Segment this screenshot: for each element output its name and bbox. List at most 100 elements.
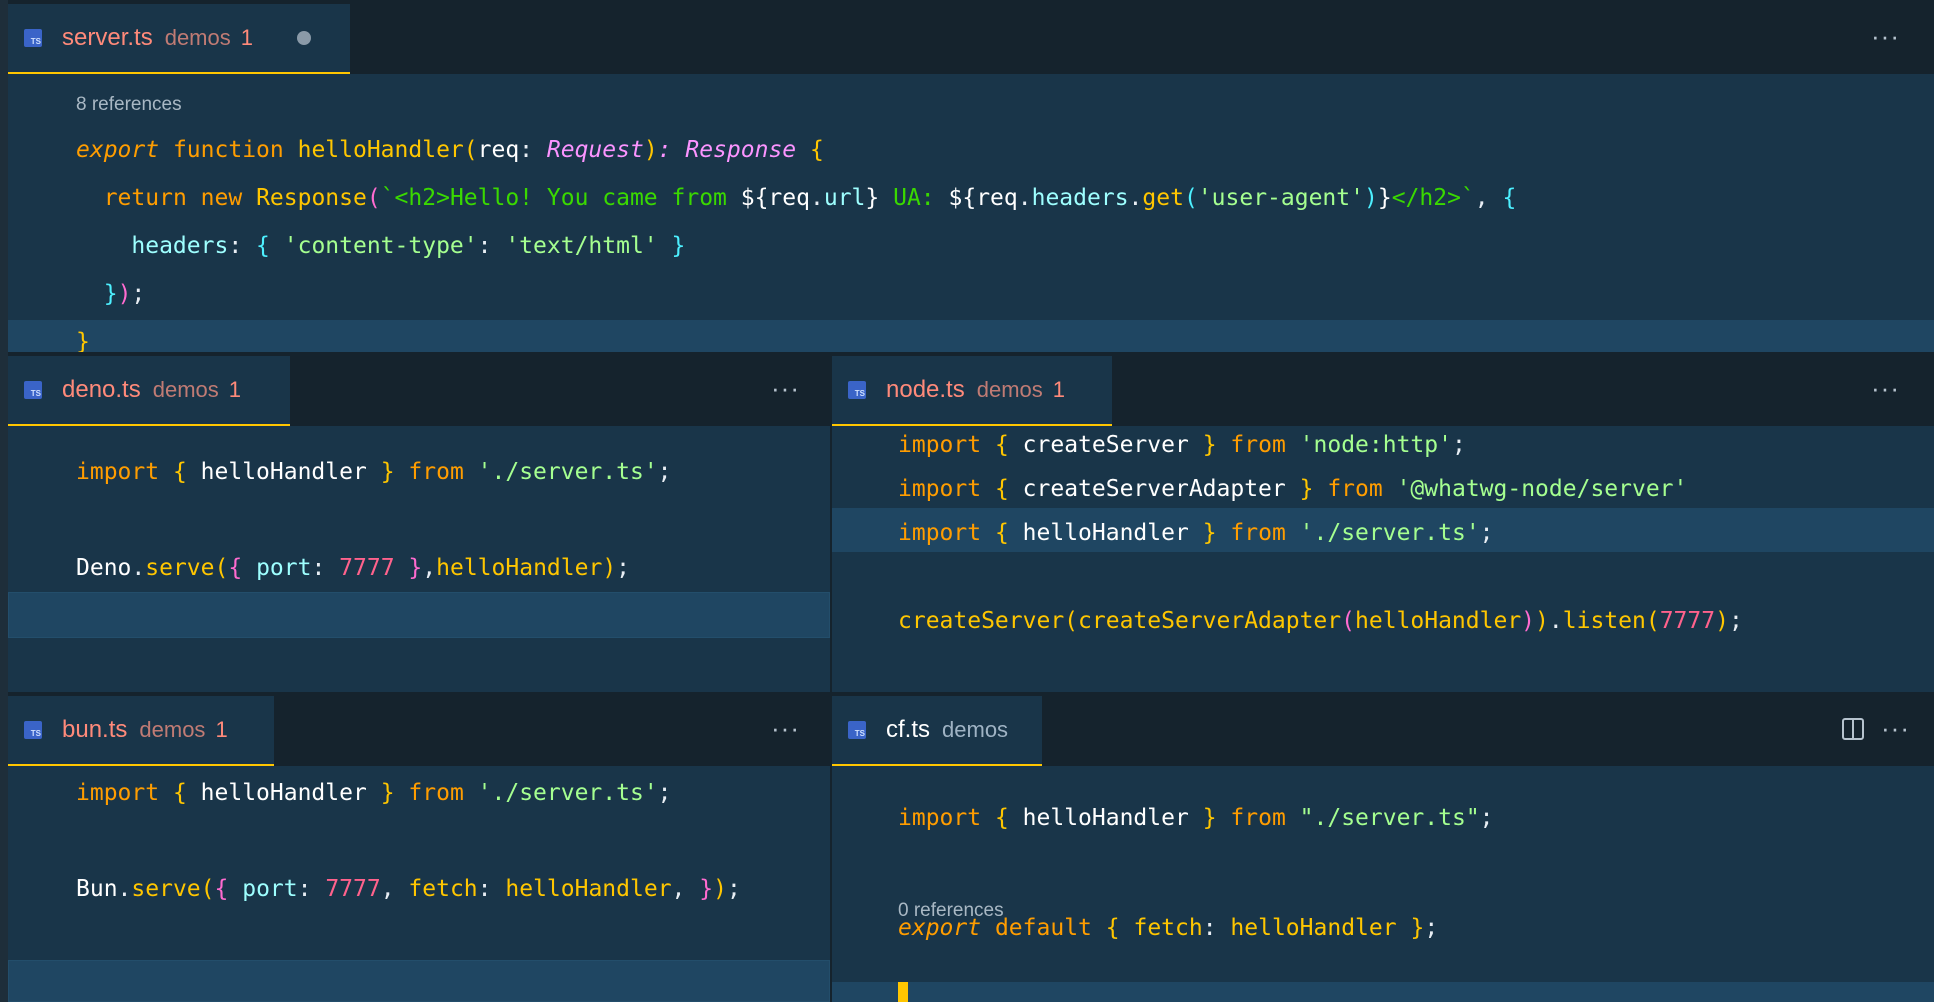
editor-pane-node[interactable]: TS node.ts demos 1 ··· import { createSe…: [832, 352, 1934, 692]
code-token: helloHandler: [186, 780, 381, 806]
tab-bar: TS bun.ts demos 1 ···: [8, 692, 830, 766]
code-token: {: [172, 459, 187, 485]
code-line[interactable]: Bun.serve({ port: 7777, fetch: helloHand…: [76, 869, 741, 909]
tab-deno-ts[interactable]: TS deno.ts demos 1: [8, 356, 290, 426]
problem-count: 1: [1052, 377, 1066, 402]
code-token: ;: [1728, 608, 1743, 634]
editor-pane-deno[interactable]: TS deno.ts demos 1 ··· import { helloHan…: [8, 352, 830, 692]
typescript-file-icon: TS: [24, 381, 42, 399]
code-token: helloHandler: [297, 137, 464, 163]
code-token: (: [1341, 608, 1355, 634]
code-token: }: [865, 185, 880, 211]
code-token: import: [898, 476, 982, 502]
code-token: }: [76, 329, 90, 352]
code-line[interactable]: import { createServerAdapter } from '@wh…: [898, 469, 1687, 509]
problem-count: 1: [228, 377, 242, 402]
code-token: {: [256, 233, 270, 259]
more-actions-icon[interactable]: ···: [771, 715, 800, 741]
tab-server-ts[interactable]: TS server.ts demos 1: [8, 4, 350, 74]
code-token: import: [76, 780, 160, 806]
code-line[interactable]: export function helloHandler(req: Reques…: [76, 130, 824, 170]
code-token: ): [602, 555, 617, 581]
code-line[interactable]: }: [76, 322, 90, 352]
code-line[interactable]: import { helloHandler } from './server.t…: [76, 773, 672, 813]
code-line[interactable]: Deno.serve({ port: 7777 },helloHandler);: [76, 548, 630, 588]
code-token: 'text/html': [505, 233, 658, 259]
code-token: }: [1299, 476, 1314, 502]
code-line[interactable]: createServer(createServerAdapter(helloHa…: [898, 601, 1743, 641]
code-token: Response: [256, 185, 367, 211]
tab-cf-ts[interactable]: TS cf.ts demos: [832, 696, 1042, 766]
code-line[interactable]: });: [76, 274, 146, 314]
more-actions-icon[interactable]: ···: [771, 375, 800, 401]
code-token: ): [1715, 608, 1729, 634]
code-token: ;: [1479, 805, 1494, 831]
code-token: ${req: [948, 185, 1018, 211]
code-token: : Response: [657, 137, 797, 163]
code-token: helloHandler: [436, 555, 603, 581]
code-line[interactable]: return new Response(`<h2>Hello! You came…: [76, 178, 1517, 218]
code-token: helloHandler: [1008, 805, 1203, 831]
code-token: ;: [657, 459, 672, 485]
code-token: (: [1183, 185, 1198, 211]
code-token: (: [1064, 608, 1079, 634]
code-token: {: [810, 137, 824, 163]
unsaved-dot-icon[interactable]: [297, 31, 311, 45]
code-token: '@whatwg-node/server': [1396, 476, 1688, 502]
editor-pane-server[interactable]: TS server.ts demos 1 ··· 8 references ex…: [8, 0, 1934, 352]
typescript-file-icon: TS: [24, 29, 42, 47]
code-token: port: [256, 555, 312, 581]
code-line[interactable]: export default { fetch: helloHandler };: [898, 908, 1438, 948]
editor-pane-bun[interactable]: TS bun.ts demos 1 ··· import { helloHand…: [8, 692, 830, 1002]
more-actions-icon[interactable]: ···: [1871, 23, 1900, 49]
code-token: serve: [145, 555, 215, 581]
code-token: }: [699, 876, 714, 902]
code-token: ): [1363, 185, 1378, 211]
code-token: (: [1645, 608, 1660, 634]
code-line[interactable]: import { helloHandler } from './server.t…: [76, 452, 672, 492]
code-line[interactable]: import { helloHandler } from './server.t…: [898, 513, 1494, 553]
code-token: helloHandler: [1355, 608, 1522, 634]
code-token: serve: [131, 876, 201, 902]
tab-node-ts[interactable]: TS node.ts demos 1: [832, 356, 1112, 426]
code-token: listen: [1562, 608, 1646, 634]
code-token: }: [103, 281, 118, 307]
editor-pane-cf[interactable]: TS cf.ts demos ··· 0 references import {…: [832, 692, 1934, 1002]
tab-bar: TS server.ts demos 1 ···: [8, 0, 1934, 74]
code-token: }: [380, 780, 395, 806]
code-token: `<h2>Hello! You came from: [380, 185, 741, 211]
code-line[interactable]: import { helloHandler } from "./server.t…: [898, 798, 1494, 838]
tab-filename: server.ts: [62, 24, 153, 51]
tab-folder: demos: [942, 717, 1009, 742]
code-token: .: [1128, 185, 1143, 211]
tab-bar: TS cf.ts demos ···: [832, 692, 1934, 766]
tab-folder: demos: [976, 377, 1043, 402]
more-actions-icon[interactable]: ···: [1871, 375, 1900, 401]
code-token: createServerAdapter: [1078, 608, 1342, 634]
current-line-highlight: [8, 960, 830, 1002]
code-token: import: [898, 432, 982, 458]
tab-bun-ts[interactable]: TS bun.ts demos 1: [8, 696, 274, 766]
code-token: (: [214, 555, 229, 581]
code-line[interactable]: headers: { 'content-type': 'text/html' }: [76, 226, 685, 266]
more-actions-icon[interactable]: ···: [1881, 715, 1910, 741]
split-editor-icon[interactable]: [1842, 718, 1864, 740]
current-line-highlight: [832, 982, 1934, 1002]
code-token: return: [103, 185, 187, 211]
code-token: import: [898, 520, 982, 546]
code-line[interactable]: import { createServer } from 'node:http'…: [898, 425, 1466, 465]
code-token: .: [117, 876, 132, 902]
codelens-references[interactable]: 8 references: [76, 94, 182, 116]
